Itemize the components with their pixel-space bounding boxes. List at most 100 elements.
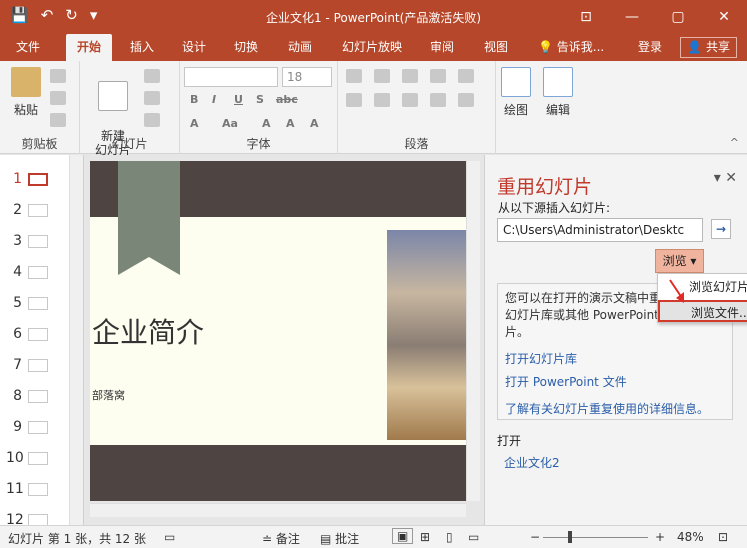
thumbnail[interactable]: 9 <box>0 413 68 444</box>
underline-icon[interactable]: U <box>234 93 243 106</box>
reset-icon[interactable] <box>144 91 160 105</box>
layout-icon[interactable] <box>144 69 160 83</box>
align-right-icon[interactable] <box>402 93 418 107</box>
login-link[interactable]: 登录 <box>634 34 666 61</box>
tab-insert[interactable]: 插入 <box>126 34 158 61</box>
slideshow-icon[interactable]: ▭ <box>468 530 479 544</box>
tab-transitions[interactable]: 切换 <box>230 34 262 61</box>
editing-button[interactable]: 编辑 <box>542 67 574 118</box>
collapse-ribbon-icon[interactable]: ^ <box>730 136 739 149</box>
thumbnail[interactable]: 1 <box>0 165 68 196</box>
decrease-indent-icon[interactable] <box>402 69 418 83</box>
justify-icon[interactable] <box>430 93 446 107</box>
slide-subtitle[interactable]: 部落窝 <box>92 387 125 403</box>
tab-slideshow[interactable]: 幻灯片放映 <box>338 34 406 61</box>
zoom-out-icon[interactable]: − <box>530 530 540 544</box>
group-slides: 新建 幻灯片 幻灯片 <box>80 61 180 157</box>
slide-horizontal-scrollbar[interactable] <box>90 503 466 517</box>
format-painter-icon[interactable] <box>50 113 66 127</box>
window-controls: ⊡ — ▢ ✕ <box>563 0 747 34</box>
thumbnail[interactable]: 4 <box>0 258 68 289</box>
bullets-icon[interactable] <box>346 69 362 83</box>
align-center-icon[interactable] <box>374 93 390 107</box>
reading-view-icon[interactable]: ▯ <box>446 530 453 544</box>
close-button[interactable]: ✕ <box>701 0 747 34</box>
normal-view-icon[interactable]: ▣ <box>392 528 414 544</box>
slide-title[interactable]: 企业简介 <box>92 311 204 351</box>
thumbnail-number: 11 <box>6 481 24 497</box>
thumbnail-image <box>28 297 48 310</box>
tab-animations[interactable]: 动画 <box>284 34 316 61</box>
clear-format-icon[interactable]: A <box>310 117 319 130</box>
slide-canvas[interactable]: 企业简介 部落窝 <box>90 161 466 501</box>
tab-tell-me[interactable]: 💡 告诉我... <box>534 34 608 61</box>
tab-review[interactable]: 审阅 <box>426 34 458 61</box>
drawing-label: 绘图 <box>503 103 528 117</box>
cut-icon[interactable] <box>50 69 66 83</box>
fit-to-window-icon[interactable]: ⊡ <box>718 530 728 544</box>
font-name-combo[interactable] <box>184 67 278 87</box>
browse-button[interactable]: 浏览 ▾ <box>655 249 704 273</box>
text-direction-icon[interactable] <box>458 69 474 83</box>
font-size-combo[interactable]: 18 <box>282 67 332 87</box>
bold-icon[interactable]: B <box>190 93 198 106</box>
restore-button[interactable]: ▢ <box>655 0 701 34</box>
open-file-link[interactable]: 企业文化2 <box>504 454 560 471</box>
thumbnail[interactable]: 12 <box>0 506 68 525</box>
slide-sorter-icon[interactable]: ⊞ <box>420 530 430 544</box>
slide-bottom-band <box>90 445 466 501</box>
copy-icon[interactable] <box>50 91 66 105</box>
zoom-level[interactable]: 48% <box>677 530 704 544</box>
tab-file[interactable]: 文件 <box>12 34 44 61</box>
zoom-in-icon[interactable]: + <box>655 530 665 544</box>
comments-button[interactable]: ▤ 批注 <box>320 530 359 547</box>
thumbnail[interactable]: 5 <box>0 289 68 320</box>
section-icon[interactable] <box>144 113 160 127</box>
shadow-icon[interactable]: S <box>256 93 264 106</box>
thumbnail-number: 6 <box>13 326 22 342</box>
pane-close-icon[interactable]: ✕ <box>725 170 737 186</box>
ribbon: 粘贴 剪贴板 新建 幻灯片 幻灯片 18 B I U S abc A Aa A … <box>0 61 747 157</box>
thumbnail-image <box>28 359 48 372</box>
thumbnail[interactable]: 10 <box>0 444 68 475</box>
pane-options-icon[interactable]: ▾ <box>714 170 721 186</box>
thumbnail-scrollbar[interactable] <box>69 155 83 525</box>
spellcheck-icon[interactable]: ▭ <box>164 530 175 544</box>
align-left-icon[interactable] <box>346 93 362 107</box>
numbering-icon[interactable] <box>374 69 390 83</box>
paste-button[interactable]: 粘贴 <box>8 67 44 118</box>
thumbnail[interactable]: 8 <box>0 382 68 413</box>
strikethrough-icon[interactable]: abc <box>276 93 298 106</box>
minimize-button[interactable]: — <box>609 0 655 34</box>
group-clipboard: 粘贴 剪贴板 <box>0 61 80 154</box>
thumbnail[interactable]: 11 <box>0 475 68 506</box>
source-path-input[interactable]: C:\Users\Administrator\Desktc <box>497 218 703 242</box>
tab-view[interactable]: 视图 <box>480 34 512 61</box>
thumbnail[interactable]: 2 <box>0 196 68 227</box>
open-powerpoint-file-link[interactable]: 打开 PowerPoint 文件 <box>505 373 627 390</box>
share-button[interactable]: 👤 共享 <box>680 37 737 58</box>
ribbon-display-button[interactable]: ⊡ <box>563 0 609 34</box>
open-slide-library-link[interactable]: 打开幻灯片库 <box>505 350 577 367</box>
italic-icon[interactable]: I <box>212 93 216 106</box>
font-color-icon[interactable]: A <box>190 117 199 130</box>
zoom-slider-track[interactable] <box>543 537 648 538</box>
shapes-icon <box>501 67 531 97</box>
change-case-icon[interactable]: Aa <box>222 117 238 130</box>
zoom-slider-thumb[interactable] <box>568 531 572 543</box>
line-spacing-icon[interactable] <box>430 69 446 83</box>
notes-button[interactable]: ≐ 备注 <box>262 530 300 547</box>
tab-home[interactable]: 开始 <box>66 34 112 61</box>
go-arrow-button[interactable]: → <box>711 219 731 239</box>
columns-icon[interactable] <box>458 93 474 107</box>
thumbnail[interactable]: 3 <box>0 227 68 258</box>
thumbnail[interactable]: 6 <box>0 320 68 351</box>
grow-font-icon[interactable]: A <box>262 117 271 130</box>
thumbnail[interactable]: 7 <box>0 351 68 382</box>
tab-design[interactable]: 设计 <box>178 34 210 61</box>
learn-more-link[interactable]: 了解有关幻灯片重复使用的详细信息。 <box>505 400 709 417</box>
slide-vertical-scrollbar[interactable] <box>466 161 480 501</box>
shrink-font-icon[interactable]: A <box>286 117 295 130</box>
lightbulb-icon: 💡 <box>538 40 553 54</box>
drawing-button[interactable]: 绘图 <box>500 67 532 118</box>
